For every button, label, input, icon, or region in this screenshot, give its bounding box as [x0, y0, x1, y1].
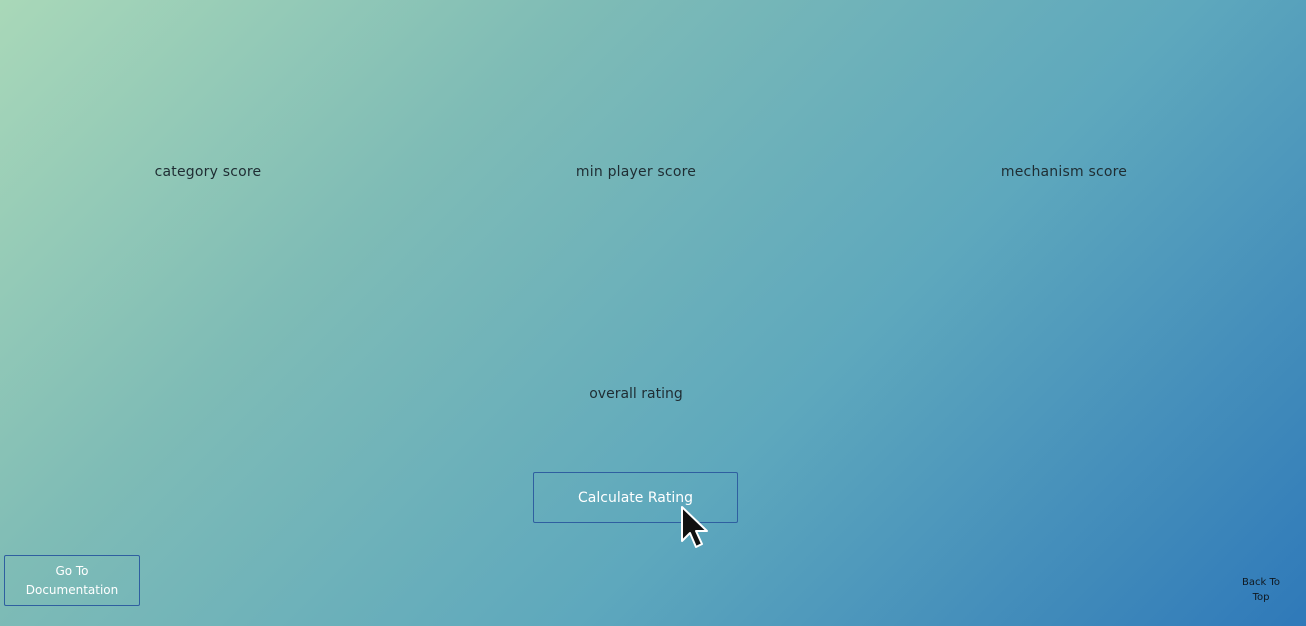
back-to-top-line1: Back To	[1242, 577, 1280, 588]
docs-label-line1: Go To	[55, 563, 89, 578]
calculate-rating-button[interactable]: Calculate Rating	[533, 472, 738, 523]
docs-label-line2: Documentation	[25, 582, 119, 597]
calculate-rating-label: Calculate Rating	[578, 489, 693, 506]
mechanism-score-label: mechanism score	[1000, 164, 1128, 180]
min-player-score-label: min player score	[575, 164, 697, 180]
go-to-documentation-button[interactable]: Go To Documentation	[4, 555, 140, 606]
back-to-top-link[interactable]: Back To Top	[1232, 575, 1290, 605]
back-to-top-line2: Top	[1252, 592, 1270, 603]
overall-rating-label: overall rating	[589, 386, 683, 402]
category-score-label: category score	[154, 164, 262, 180]
go-to-documentation-label: Go To Documentation	[26, 562, 119, 600]
